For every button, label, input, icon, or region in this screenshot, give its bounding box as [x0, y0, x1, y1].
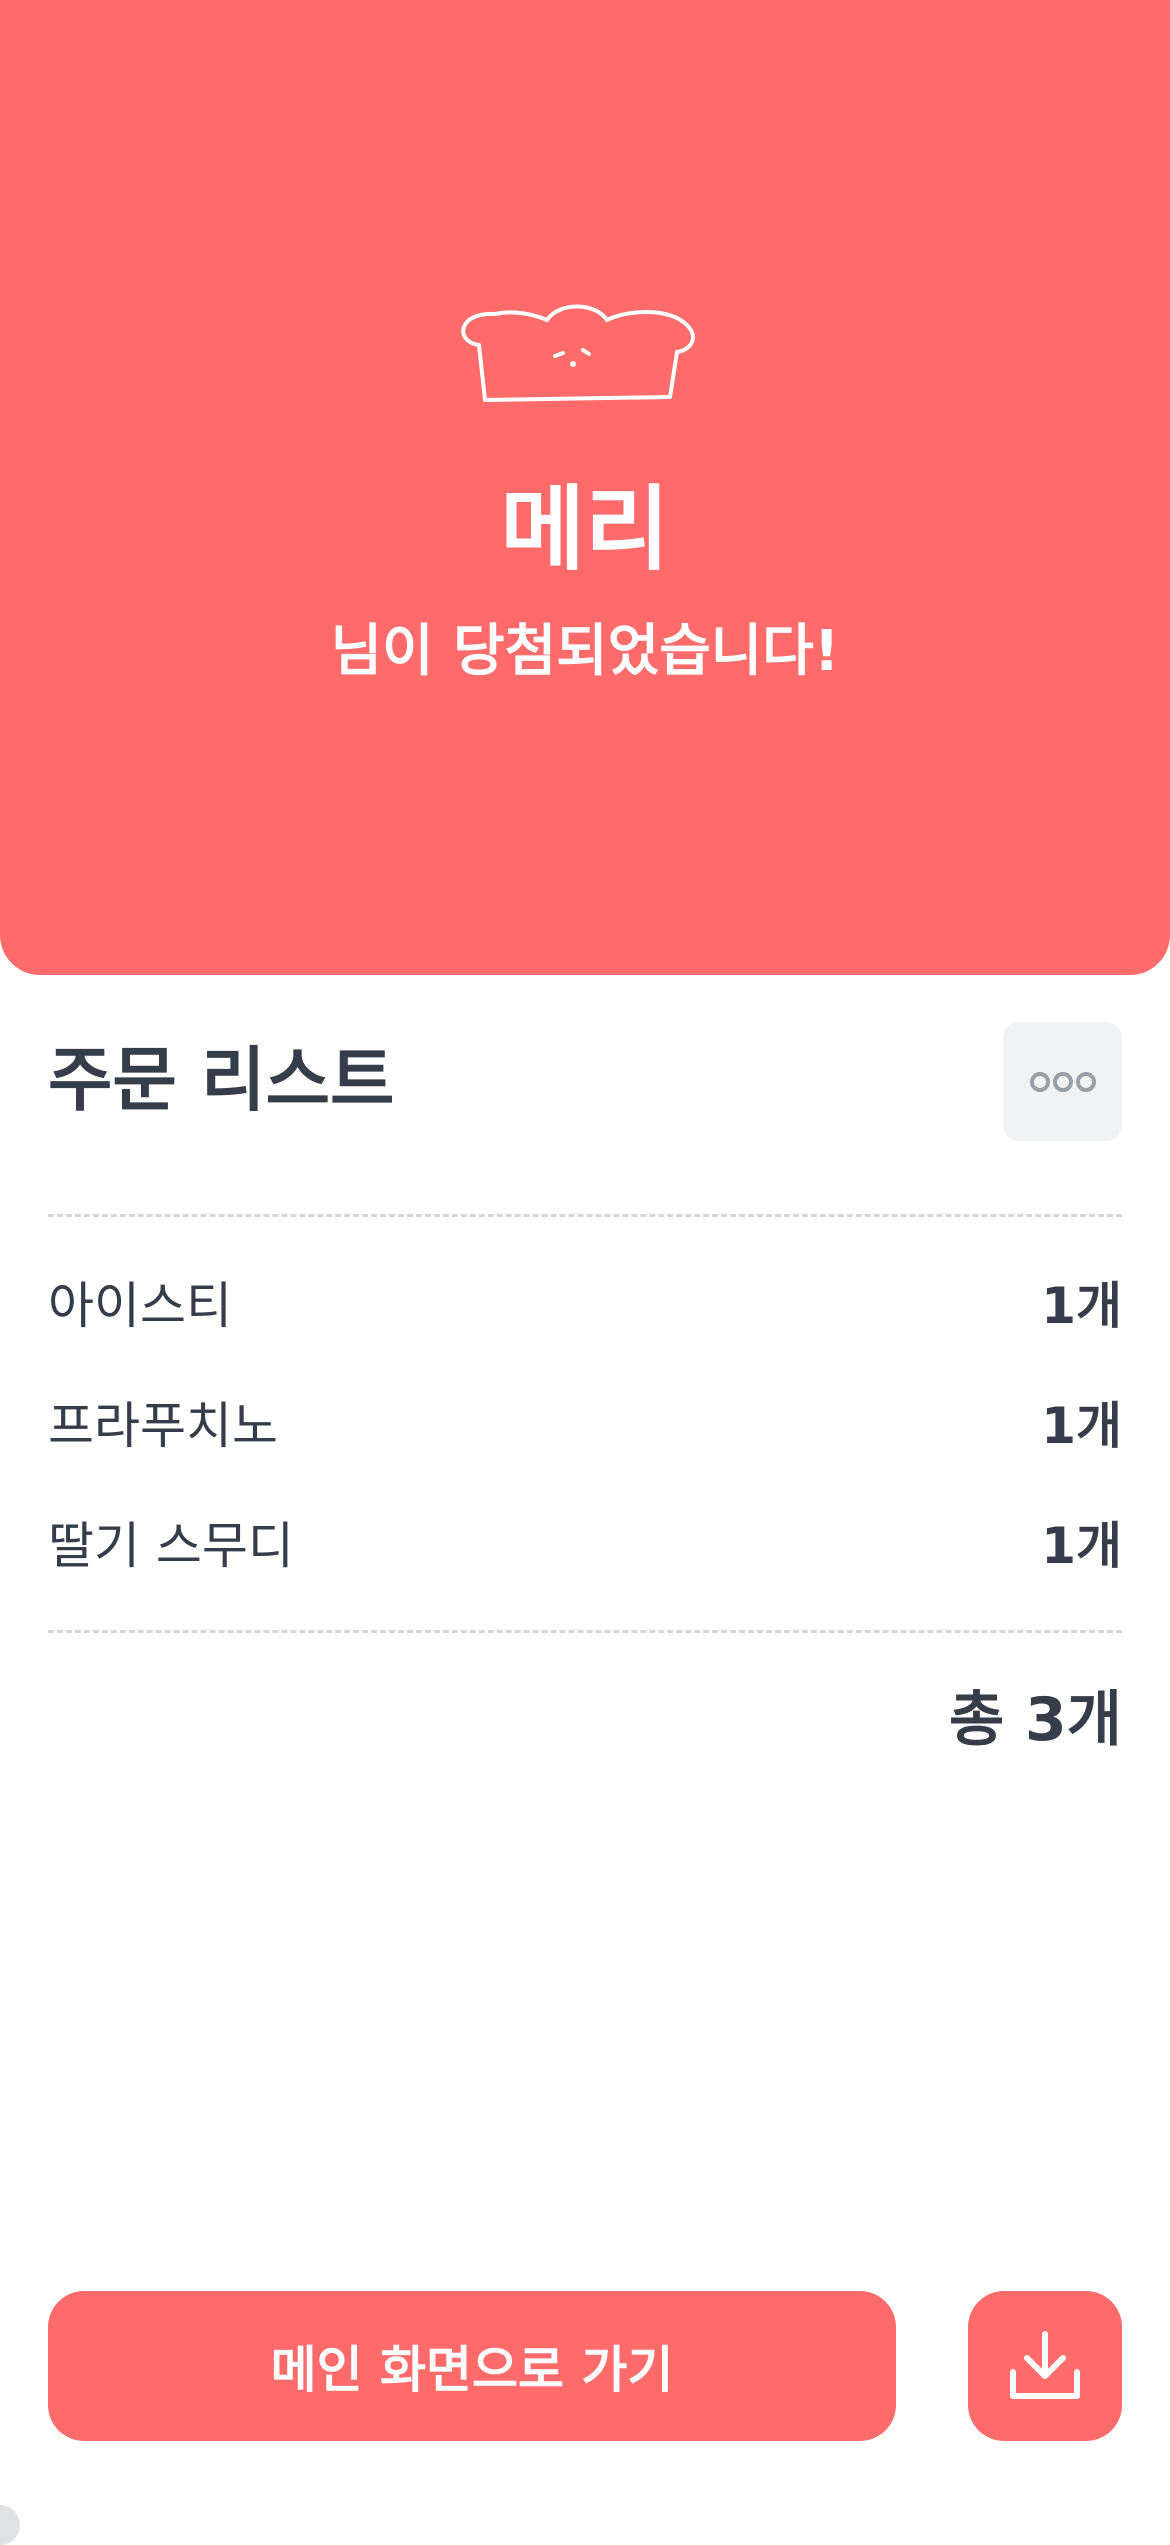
item-quantity: 1개	[1041, 1397, 1122, 1455]
list-item: 프라푸치노 1개	[48, 1382, 1122, 1462]
item-name: 아이스티	[48, 1277, 232, 1335]
divider-top	[48, 1214, 1122, 1217]
download-button[interactable]	[968, 2291, 1122, 2441]
item-quantity: 1개	[1041, 1277, 1122, 1335]
item-quantity: 1개	[1041, 1517, 1122, 1575]
total-count: 총 3개	[948, 1685, 1122, 1755]
winner-banner: 메리 님이 당첨되었습니다!	[0, 0, 1170, 975]
item-name: 프라푸치노	[48, 1397, 278, 1455]
winner-message: 님이 당첨되었습니다!	[330, 619, 840, 684]
go-to-main-button[interactable]: 메인 화면으로 가기	[48, 2291, 896, 2441]
go-to-main-label: 메인 화면으로 가기	[270, 2341, 674, 2399]
more-dots-icon	[1029, 1071, 1096, 1092]
bread-face-icon	[461, 304, 695, 402]
item-name: 딸기 스무디	[48, 1517, 294, 1575]
list-item: 아이스티 1개	[48, 1262, 1122, 1342]
scroll-indicator	[0, 2505, 20, 2545]
winner-name: 메리	[500, 476, 670, 583]
list-item: 딸기 스무디 1개	[48, 1502, 1122, 1582]
download-icon	[1010, 2331, 1080, 2399]
more-options-button[interactable]	[1003, 1022, 1122, 1141]
divider-bottom	[48, 1630, 1122, 1633]
order-list-title: 주문 리스트	[48, 1039, 395, 1121]
